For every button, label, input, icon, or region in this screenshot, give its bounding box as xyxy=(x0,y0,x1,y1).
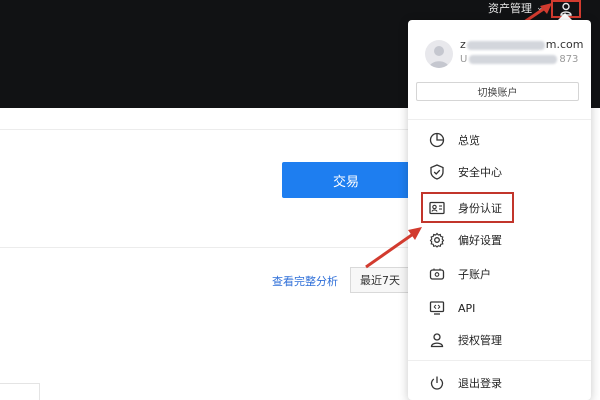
menu-item-label: 安全中心 xyxy=(458,166,502,179)
power-icon xyxy=(428,374,446,392)
uid-prefix: U xyxy=(460,54,468,65)
avatar xyxy=(425,40,453,68)
menu-item-api[interactable]: API xyxy=(408,293,591,323)
pie-chart-icon xyxy=(428,131,446,149)
menu-item-label: 子账户 xyxy=(458,268,491,281)
masked-uid-blur xyxy=(469,54,558,64)
trade-button[interactable]: 交易 xyxy=(282,162,410,198)
menu-item-label: 授权管理 xyxy=(458,334,502,347)
menu-item-label: 总览 xyxy=(458,134,480,147)
dropdown-caret xyxy=(558,13,572,20)
date-range-label: 最近7天 xyxy=(360,274,400,287)
content-divider-middle xyxy=(0,247,410,248)
content-divider-top xyxy=(0,129,410,130)
menu-item-label: 退出登录 xyxy=(458,377,502,390)
account-summary: z m.com U 873 切换账户 xyxy=(408,20,591,101)
annotation-arrow-bottom xyxy=(365,227,422,269)
menu-item-logout[interactable]: 退出登录 xyxy=(408,368,591,398)
account-uid: U 873 xyxy=(460,54,578,65)
menu-item-label: API xyxy=(458,301,476,315)
dropdown-divider-1 xyxy=(408,119,591,120)
view-full-analysis-link[interactable]: 查看完整分析 xyxy=(272,273,338,289)
account-email: z m.com xyxy=(460,38,584,51)
dropdown-divider-2 xyxy=(408,360,591,361)
footer-panel-edge xyxy=(0,383,40,400)
menu-item-overview[interactable]: 总览 xyxy=(408,125,591,155)
uid-suffix: 873 xyxy=(559,54,579,65)
menu-item-preferences[interactable]: 偏好设置 xyxy=(408,225,591,255)
api-monitor-icon xyxy=(428,299,446,317)
masked-email-blur xyxy=(466,40,545,50)
menu-item-sub-account[interactable]: 子账户 xyxy=(408,259,591,289)
default-avatar-icon xyxy=(429,46,449,68)
email-prefix: z xyxy=(460,38,466,51)
menu-item-authorization-management[interactable]: 授权管理 xyxy=(408,325,591,355)
person-auth-icon xyxy=(428,331,446,349)
menu-item-label: 偏好设置 xyxy=(458,234,502,247)
shield-check-icon xyxy=(428,163,446,181)
annotation-highlight-box xyxy=(421,192,514,223)
switch-account-button[interactable]: 切换账户 xyxy=(416,82,579,101)
menu-item-security-center[interactable]: 安全中心 xyxy=(408,157,591,187)
email-suffix: m.com xyxy=(545,38,584,51)
